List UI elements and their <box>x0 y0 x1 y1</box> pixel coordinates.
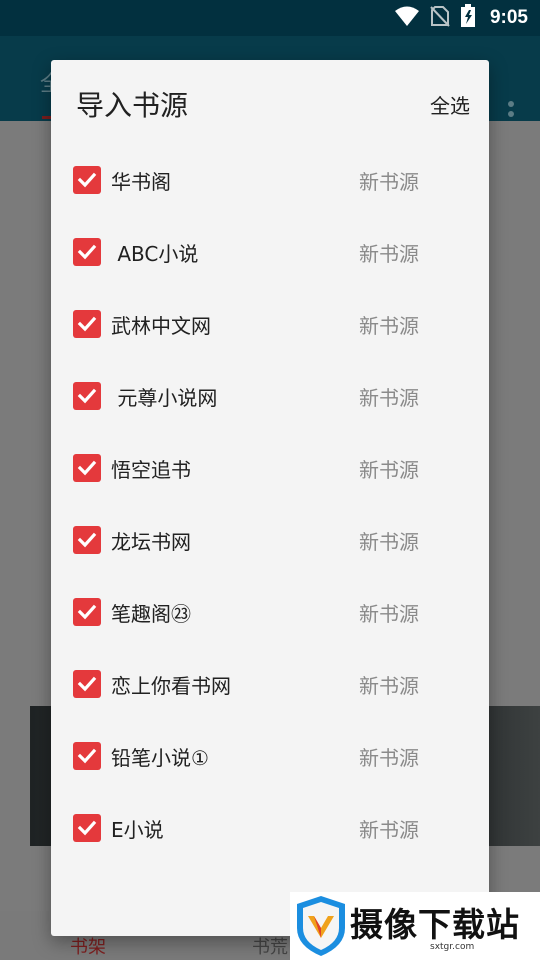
source-tag: 新书源 <box>359 746 419 770</box>
status-bar: 9:05 <box>0 0 540 36</box>
checkbox[interactable] <box>73 238 101 266</box>
watermark: 摄像下载站 sxtgr.com <box>290 892 540 960</box>
source-row[interactable]: 铅笔小说① 新书源 <box>51 720 489 792</box>
source-name: E小说 <box>111 818 164 842</box>
status-icons: 9:05 <box>394 0 528 36</box>
check-icon <box>77 244 97 260</box>
checkbox[interactable] <box>73 598 101 626</box>
source-row[interactable]: 华书阁 新书源 <box>51 144 489 216</box>
checkbox[interactable] <box>73 742 101 770</box>
source-tag: 新书源 <box>359 386 419 410</box>
check-icon <box>77 676 97 692</box>
source-row[interactable]: E小说 新书源 <box>51 792 489 864</box>
source-tag: 新书源 <box>359 530 419 554</box>
dialog-title: 导入书源 <box>76 89 189 122</box>
source-tag: 新书源 <box>359 170 419 194</box>
checkbox[interactable] <box>73 310 101 338</box>
check-icon <box>77 460 97 476</box>
shield-logo-icon <box>297 896 345 956</box>
bottom-tab-bookshelf: 书架 <box>70 937 106 958</box>
source-row[interactable]: 笔趣阁㉓ 新书源 <box>51 576 489 648</box>
import-source-dialog: 导入书源 全选 华书阁 新书源 ABC小说 新书源 武林中文网 新书源 元尊小说… <box>51 60 489 936</box>
source-row[interactable]: 武林中文网 新书源 <box>51 288 489 360</box>
checkbox[interactable] <box>73 526 101 554</box>
status-time: 9:05 <box>489 7 528 28</box>
source-tag: 新书源 <box>359 818 419 842</box>
checkbox[interactable] <box>73 670 101 698</box>
check-icon <box>77 532 97 548</box>
no-sim-icon <box>430 5 450 31</box>
source-tag: 新书源 <box>359 242 419 266</box>
source-tag: 新书源 <box>359 314 419 338</box>
checkbox[interactable] <box>73 382 101 410</box>
check-icon <box>77 172 97 188</box>
source-name: 龙坛书网 <box>111 530 191 554</box>
source-tag: 新书源 <box>359 458 419 482</box>
source-row[interactable]: 元尊小说网 新书源 <box>51 360 489 432</box>
select-all-button[interactable]: 全选 <box>430 90 470 119</box>
source-name: 恋上你看书网 <box>111 674 231 698</box>
checkbox[interactable] <box>73 814 101 842</box>
watermark-url: sxtgr.com <box>430 942 475 952</box>
source-row[interactable]: ABC小说 新书源 <box>51 216 489 288</box>
source-row[interactable]: 龙坛书网 新书源 <box>51 504 489 576</box>
checkbox[interactable] <box>73 166 101 194</box>
source-row[interactable]: 恋上你看书网 新书源 <box>51 648 489 720</box>
source-name: 悟空追书 <box>111 458 191 482</box>
check-icon <box>77 820 97 836</box>
check-icon <box>77 316 97 332</box>
source-name: ABC小说 <box>111 242 199 266</box>
source-name: 元尊小说网 <box>111 386 218 410</box>
source-row[interactable]: 悟空追书 新书源 <box>51 432 489 504</box>
checkbox[interactable] <box>73 454 101 482</box>
source-list: 华书阁 新书源 ABC小说 新书源 武林中文网 新书源 元尊小说网 新书源 悟空… <box>51 144 489 864</box>
source-name: 武林中文网 <box>111 314 211 338</box>
source-name: 铅笔小说① <box>111 746 209 770</box>
check-icon <box>77 748 97 764</box>
source-name: 华书阁 <box>111 170 171 194</box>
source-tag: 新书源 <box>359 674 419 698</box>
check-icon <box>77 604 97 620</box>
check-icon <box>77 388 97 404</box>
wifi-icon <box>394 5 420 31</box>
battery-charging-icon <box>460 4 476 32</box>
bottom-tab-discover: 书荒 <box>252 937 288 958</box>
source-tag: 新书源 <box>359 602 419 626</box>
source-name: 笔趣阁㉓ <box>111 602 191 626</box>
watermark-text: 摄像下载站 <box>350 905 520 944</box>
